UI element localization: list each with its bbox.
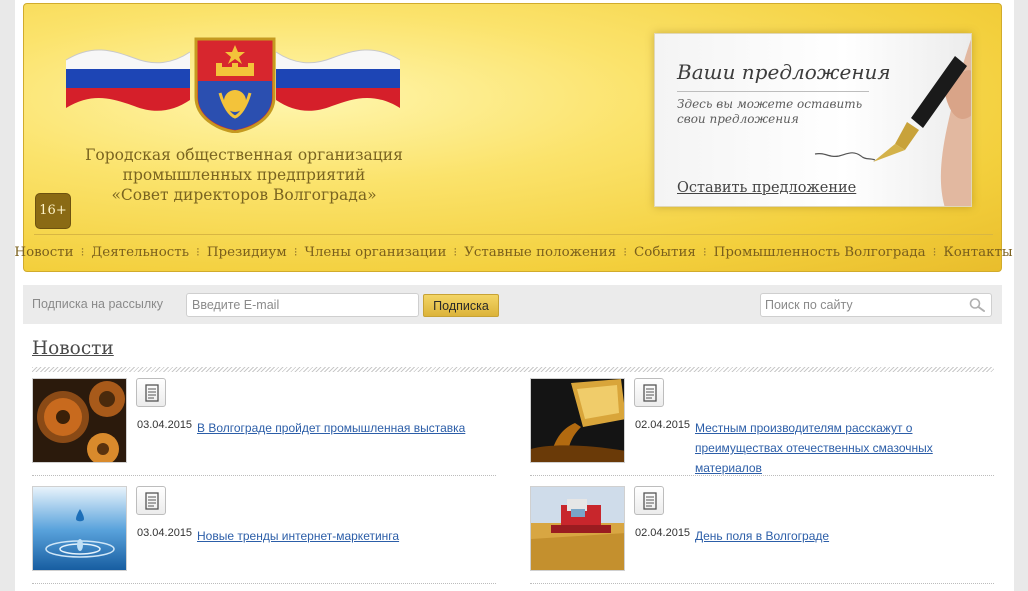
nav-separator: ⁝ — [702, 245, 707, 259]
document-icon[interactable] — [634, 378, 664, 407]
news-separator — [530, 475, 994, 476]
site-search — [760, 293, 992, 317]
proposal-divider — [677, 91, 869, 92]
age-rating-badge: 16+ — [35, 193, 71, 229]
harvester-image[interactable] — [530, 486, 625, 571]
nav-item-charter[interactable]: Уставные положения — [464, 245, 616, 260]
subscribe-bar: Подписка на рассылку Подписка — [23, 285, 1002, 324]
news-title-link[interactable]: В Волгограде пройдет промышленная выстав… — [197, 418, 497, 438]
nav-item-activity[interactable]: Деятельность — [91, 245, 189, 260]
nav-separator: ⁝ — [80, 245, 85, 259]
main-nav: Новости ⁝ Деятельность ⁝ Президиум ⁝ Чле… — [14, 237, 1012, 267]
nav-item-news[interactable]: Новости — [14, 245, 73, 260]
organization-name: Городская общественная организация промы… — [44, 145, 444, 205]
organization-name-line: промышленных предприятий — [122, 166, 366, 184]
nav-separator: ⁝ — [293, 245, 298, 259]
gears-image[interactable] — [32, 378, 127, 463]
news-separator — [32, 475, 496, 476]
nav-item-events[interactable]: События — [634, 245, 696, 260]
search-icon[interactable] — [968, 297, 986, 313]
news-heading[interactable]: Новости — [32, 338, 114, 359]
news-date: 02.04.2015 — [635, 527, 691, 539]
nav-separator: ⁝ — [623, 245, 628, 259]
news-title-link[interactable]: Местным производителям расскажут о преим… — [695, 418, 995, 478]
volgograd-coat-of-arms-icon — [194, 37, 276, 133]
nav-item-presidium[interactable]: Президиум — [207, 245, 287, 260]
organization-name-line: «Совет директоров Волгограда» — [111, 186, 377, 204]
news-item: 02.04.2015 День поля в Волгограде — [530, 486, 994, 590]
email-input[interactable] — [186, 293, 419, 317]
russian-flag-left-icon — [65, 49, 191, 111]
news-item: 02.04.2015 Местным производителям расска… — [530, 378, 994, 482]
news-date: 03.04.2015 — [137, 419, 193, 431]
news-title-link[interactable]: День поля в Волгограде — [695, 526, 995, 546]
subscribe-button[interactable]: Подписка — [423, 294, 499, 317]
subscribe-label: Подписка на рассылку — [32, 297, 163, 311]
water-drop-image[interactable] — [32, 486, 127, 571]
news-separator — [32, 583, 496, 584]
document-icon[interactable] — [136, 378, 166, 407]
nav-item-members[interactable]: Члены организации — [305, 245, 447, 260]
news-title-link[interactable]: Новые тренды интернет-маркетинга — [197, 526, 497, 546]
russian-flag-right-icon — [275, 49, 401, 111]
nav-item-industry[interactable]: Промышленность Волгограда — [714, 245, 926, 260]
organization-name-line: Городская общественная организация — [85, 146, 403, 164]
news-item: 03.04.2015 Новые тренды интернет-маркети… — [32, 486, 496, 590]
page: Городская общественная организация промы… — [14, 0, 1014, 591]
nav-item-contacts[interactable]: Контакты — [943, 245, 1012, 260]
proposal-title: Ваши предложения — [677, 60, 891, 84]
proposal-banner: Ваши предложения Здесь вы можете оставит… — [654, 33, 972, 207]
nav-separator: ⁝ — [453, 245, 458, 259]
proposal-description: Здесь вы можете оставить свои предложени… — [677, 97, 863, 126]
news-item: 03.04.2015 В Волгограде пройдет промышле… — [32, 378, 496, 482]
site-header: Городская общественная организация промы… — [14, 3, 1013, 272]
news-separator — [530, 583, 994, 584]
leave-proposal-link[interactable]: Оставить предложение — [677, 180, 856, 196]
news-date: 02.04.2015 — [635, 419, 691, 431]
oil-image[interactable] — [530, 378, 625, 463]
search-input[interactable] — [761, 294, 961, 316]
document-icon[interactable] — [634, 486, 664, 515]
news-date: 03.04.2015 — [137, 527, 193, 539]
nav-separator: ⁝ — [196, 245, 200, 259]
nav-top-divider — [34, 234, 993, 235]
document-icon[interactable] — [136, 486, 166, 515]
news-heading-divider — [32, 367, 994, 372]
nav-separator: ⁝ — [932, 245, 937, 259]
